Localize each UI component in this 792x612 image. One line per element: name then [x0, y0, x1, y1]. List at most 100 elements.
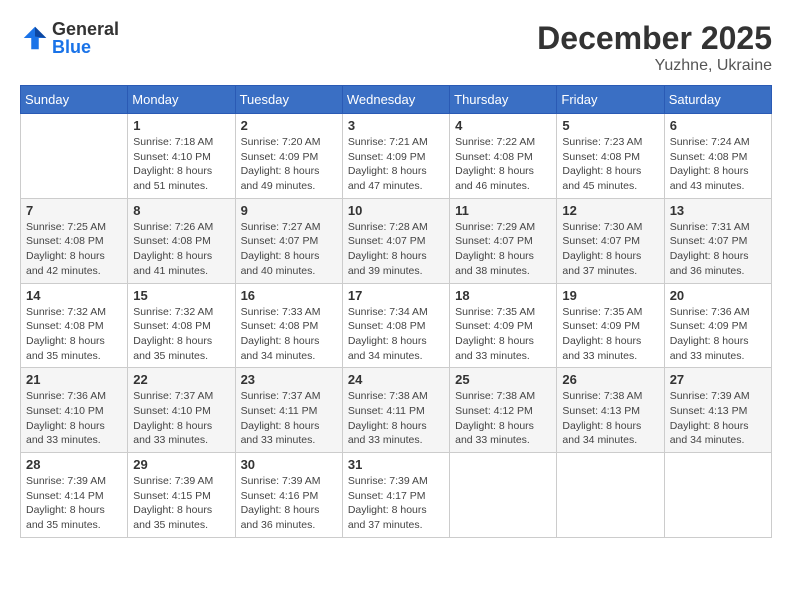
calendar-cell: 19 Sunrise: 7:35 AMSunset: 4:09 PMDayligh… — [557, 283, 664, 368]
day-number: 9 — [241, 203, 337, 218]
week-row-3: 14 Sunrise: 7:32 AMSunset: 4:08 PMDayligh… — [21, 283, 772, 368]
logo-general-text: General — [52, 20, 119, 38]
day-info: Sunrise: 7:39 AMSunset: 4:17 PMDaylight:… — [348, 474, 444, 533]
day-info: Sunrise: 7:38 AMSunset: 4:11 PMDaylight:… — [348, 389, 444, 448]
calendar-cell: 7 Sunrise: 7:25 AMSunset: 4:08 PMDaylight… — [21, 198, 128, 283]
calendar-cell: 17Sunrise: 7:34 AMSunset: 4:08 PMDayligh… — [342, 283, 449, 368]
calendar-cell: 6 Sunrise: 7:24 AMSunset: 4:08 PMDaylight… — [664, 114, 771, 199]
calendar-cell: 15Sunrise: 7:32 AMSunset: 4:08 PMDayligh… — [128, 283, 235, 368]
calendar-cell — [450, 453, 557, 538]
day-info: Sunrise: 7:29 AMSunset: 4:07 PMDaylight:… — [455, 220, 551, 279]
location: Yuzhne, Ukraine — [537, 57, 772, 75]
week-row-4: 21Sunrise: 7:36 AMSunset: 4:10 PMDayligh… — [21, 368, 772, 453]
calendar-cell: 25 Sunrise: 7:38 AMSunset: 4:12 PMDayligh… — [450, 368, 557, 453]
day-info: Sunrise: 7:39 AMSunset: 4:13 PMDaylight:… — [670, 389, 766, 448]
calendar-cell: 21Sunrise: 7:36 AMSunset: 4:10 PMDayligh… — [21, 368, 128, 453]
day-number: 7 — [26, 203, 122, 218]
day-info: Sunrise: 7:38 AMSunset: 4:13 PMDaylight:… — [562, 389, 658, 448]
day-info: Sunrise: 7:28 AMSunset: 4:07 PMDaylight:… — [348, 220, 444, 279]
calendar-cell: 26Sunrise: 7:38 AMSunset: 4:13 PMDayligh… — [557, 368, 664, 453]
calendar-cell: 5Sunrise: 7:23 AMSunset: 4:08 PMDaylight… — [557, 114, 664, 199]
calendar-cell — [557, 453, 664, 538]
day-number: 5 — [562, 118, 658, 133]
calendar-cell: 1Sunrise: 7:18 AMSunset: 4:10 PMDaylight… — [128, 114, 235, 199]
day-info: Sunrise: 7:31 AMSunset: 4:07 PMDaylight:… — [670, 220, 766, 279]
day-number: 13 — [670, 203, 766, 218]
day-info: Sunrise: 7:34 AMSunset: 4:08 PMDaylight:… — [348, 305, 444, 364]
week-row-5: 28Sunrise: 7:39 AMSunset: 4:14 PMDayligh… — [21, 453, 772, 538]
day-info: Sunrise: 7:25 AMSunset: 4:08 PMDaylight:… — [26, 220, 122, 279]
calendar-cell: 3Sunrise: 7:21 AMSunset: 4:09 PMDaylight… — [342, 114, 449, 199]
day-info: Sunrise: 7:37 AMSunset: 4:11 PMDaylight:… — [241, 389, 337, 448]
calendar-cell — [21, 114, 128, 199]
calendar-cell: 11 Sunrise: 7:29 AMSunset: 4:07 PMDayligh… — [450, 198, 557, 283]
calendar-cell: 20 Sunrise: 7:36 AMSunset: 4:09 PMDayligh… — [664, 283, 771, 368]
day-info: Sunrise: 7:35 AMSunset: 4:09 PMDaylight:… — [562, 305, 658, 364]
day-info: Sunrise: 7:35 AMSunset: 4:09 PMDaylight:… — [455, 305, 551, 364]
day-info: Sunrise: 7:22 AMSunset: 4:08 PMDaylight:… — [455, 135, 551, 194]
day-number: 28 — [26, 457, 122, 472]
day-info: Sunrise: 7:36 AMSunset: 4:10 PMDaylight:… — [26, 389, 122, 448]
day-number: 31 — [348, 457, 444, 472]
calendar-cell: 30 Sunrise: 7:39 AMSunset: 4:16 PMDayligh… — [235, 453, 342, 538]
day-info: Sunrise: 7:37 AMSunset: 4:10 PMDaylight:… — [133, 389, 229, 448]
weekday-header-monday: Monday — [128, 86, 235, 114]
calendar-cell: 24Sunrise: 7:38 AMSunset: 4:11 PMDayligh… — [342, 368, 449, 453]
day-info: Sunrise: 7:38 AMSunset: 4:12 PMDaylight:… — [455, 389, 551, 448]
calendar-cell: 9 Sunrise: 7:27 AMSunset: 4:07 PMDaylight… — [235, 198, 342, 283]
calendar-cell: 2 Sunrise: 7:20 AMSunset: 4:09 PMDaylight… — [235, 114, 342, 199]
logo-text: General Blue — [52, 20, 119, 56]
weekday-header-tuesday: Tuesday — [235, 86, 342, 114]
day-info: Sunrise: 7:30 AMSunset: 4:07 PMDaylight:… — [562, 220, 658, 279]
weekday-header-saturday: Saturday — [664, 86, 771, 114]
weekday-header-thursday: Thursday — [450, 86, 557, 114]
calendar-cell: 28Sunrise: 7:39 AMSunset: 4:14 PMDayligh… — [21, 453, 128, 538]
day-info: Sunrise: 7:39 AMSunset: 4:16 PMDaylight:… — [241, 474, 337, 533]
calendar-cell: 16 Sunrise: 7:33 AMSunset: 4:08 PMDayligh… — [235, 283, 342, 368]
calendar-cell: 4 Sunrise: 7:22 AMSunset: 4:08 PMDaylight… — [450, 114, 557, 199]
month-title: December 2025 — [537, 20, 772, 57]
calendar-cell: 27 Sunrise: 7:39 AMSunset: 4:13 PMDayligh… — [664, 368, 771, 453]
week-row-1: 1Sunrise: 7:18 AMSunset: 4:10 PMDaylight… — [21, 114, 772, 199]
day-number: 20 — [670, 288, 766, 303]
weekday-header-sunday: Sunday — [21, 86, 128, 114]
day-number: 27 — [670, 372, 766, 387]
day-info: Sunrise: 7:36 AMSunset: 4:09 PMDaylight:… — [670, 305, 766, 364]
day-number: 11 — [455, 203, 551, 218]
calendar-cell: 14Sunrise: 7:32 AMSunset: 4:08 PMDayligh… — [21, 283, 128, 368]
day-info: Sunrise: 7:33 AMSunset: 4:08 PMDaylight:… — [241, 305, 337, 364]
calendar-cell: 13 Sunrise: 7:31 AMSunset: 4:07 PMDayligh… — [664, 198, 771, 283]
logo: General Blue — [20, 20, 119, 56]
calendar-cell: 18 Sunrise: 7:35 AMSunset: 4:09 PMDayligh… — [450, 283, 557, 368]
day-info: Sunrise: 7:32 AMSunset: 4:08 PMDaylight:… — [133, 305, 229, 364]
day-info: Sunrise: 7:27 AMSunset: 4:07 PMDaylight:… — [241, 220, 337, 279]
day-number: 19 — [562, 288, 658, 303]
day-info: Sunrise: 7:24 AMSunset: 4:08 PMDaylight:… — [670, 135, 766, 194]
day-number: 22 — [133, 372, 229, 387]
calendar-cell — [664, 453, 771, 538]
calendar-cell: 10 Sunrise: 7:28 AMSunset: 4:07 PMDayligh… — [342, 198, 449, 283]
day-info: Sunrise: 7:26 AMSunset: 4:08 PMDaylight:… — [133, 220, 229, 279]
weekday-header-wednesday: Wednesday — [342, 86, 449, 114]
day-info: Sunrise: 7:20 AMSunset: 4:09 PMDaylight:… — [241, 135, 337, 194]
day-number: 14 — [26, 288, 122, 303]
day-number: 8 — [133, 203, 229, 218]
day-number: 10 — [348, 203, 444, 218]
day-number: 30 — [241, 457, 337, 472]
day-number: 4 — [455, 118, 551, 133]
day-number: 3 — [348, 118, 444, 133]
day-number: 16 — [241, 288, 337, 303]
page-header: General Blue December 2025 Yuzhne, Ukrai… — [20, 20, 772, 75]
day-number: 25 — [455, 372, 551, 387]
day-number: 6 — [670, 118, 766, 133]
calendar-cell: 29Sunrise: 7:39 AMSunset: 4:15 PMDayligh… — [128, 453, 235, 538]
day-number: 2 — [241, 118, 337, 133]
day-info: Sunrise: 7:39 AMSunset: 4:15 PMDaylight:… — [133, 474, 229, 533]
weekday-header-friday: Friday — [557, 86, 664, 114]
logo-icon — [20, 23, 50, 53]
day-number: 1 — [133, 118, 229, 133]
day-number: 23 — [241, 372, 337, 387]
weekday-header-row: SundayMondayTuesdayWednesdayThursdayFrid… — [21, 86, 772, 114]
day-number: 12 — [562, 203, 658, 218]
day-number: 18 — [455, 288, 551, 303]
